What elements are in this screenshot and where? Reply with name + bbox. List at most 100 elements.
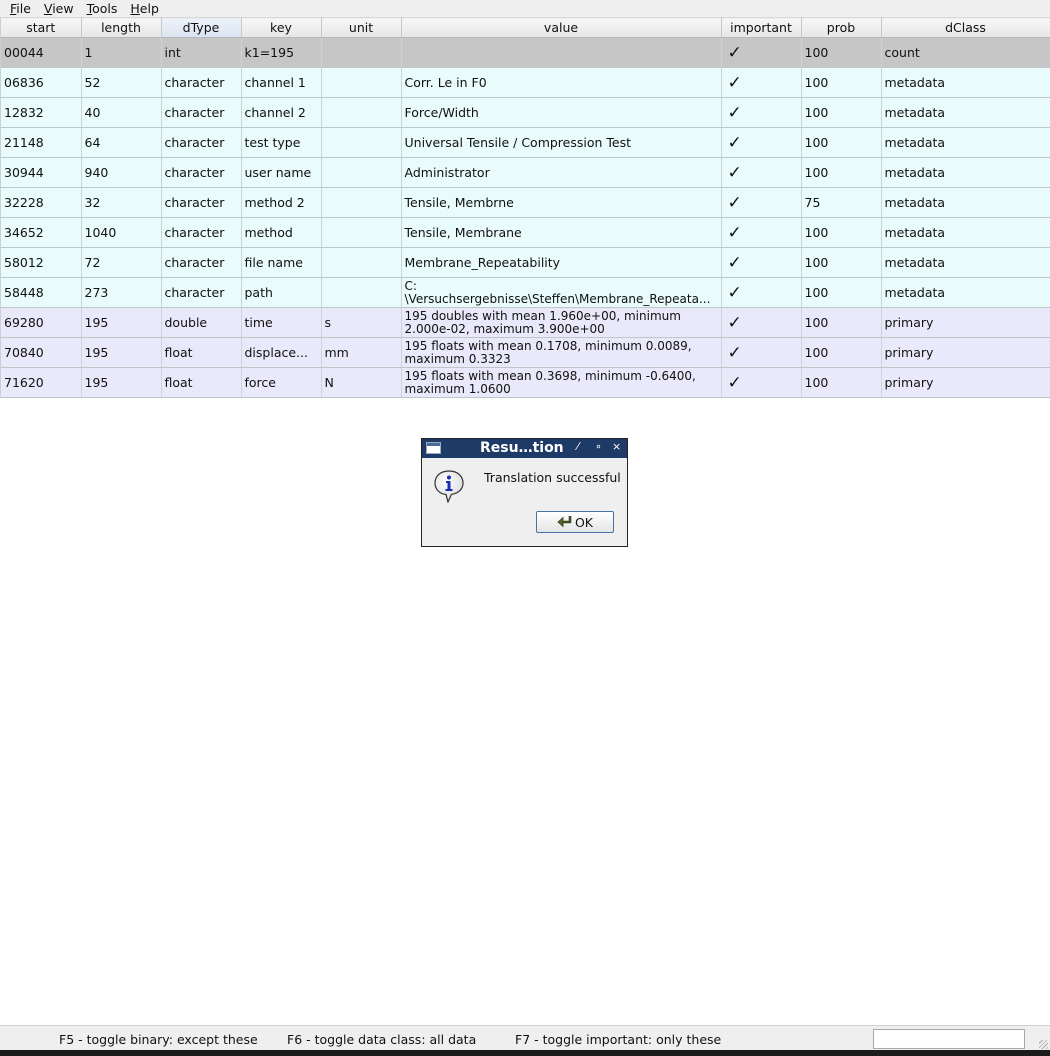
cell-dclass: count [881, 37, 1050, 68]
cell-key: user name [241, 157, 322, 188]
column-header-dtype[interactable]: dType [161, 17, 242, 38]
cell-value: Corr. Le in F0 [401, 67, 722, 98]
info-icon [433, 469, 465, 506]
status-search-input[interactable] [873, 1029, 1025, 1049]
cell-start: 00044 [1, 37, 82, 68]
cell-dclass: primary [881, 337, 1050, 368]
table-row[interactable]: 71620 195 float force N 195 floats with mean … [1, 367, 1050, 398]
checkmark-icon: ✓ [721, 247, 802, 278]
enter-arrow-icon [557, 515, 573, 529]
menu-bar: File View Tools Help [0, 0, 1050, 17]
table-row[interactable]: 70840 195 float displace... mm 195 floats wit… [1, 337, 1050, 368]
checkmark-icon: ✓ [721, 367, 802, 398]
cell-dtype: character [161, 277, 242, 308]
table-row[interactable]: 21148 64 character test type Universal Tensi… [1, 127, 1050, 158]
cell-start: 71620 [1, 367, 82, 398]
cell-unit: mm [321, 337, 402, 368]
cell-value: Force/Width [401, 97, 722, 128]
cell-dtype: int [161, 37, 242, 68]
menu-item-help[interactable]: Help [122, 1, 164, 16]
cell-length: 195 [81, 307, 162, 338]
table-row[interactable]: 06836 52 character channel 1 Corr. Le in F0 ✓… [1, 67, 1050, 98]
menu-item-tools[interactable]: Tools [79, 1, 123, 16]
cell-key: k1=195 [241, 37, 322, 68]
column-header-key[interactable]: key [241, 17, 322, 38]
menu-mnemonic: V [43, 1, 53, 16]
cell-length: 195 [81, 337, 162, 368]
checkmark-icon: ✓ [721, 277, 802, 308]
cell-dtype: float [161, 337, 242, 368]
maximize-icon[interactable]: ∘ [595, 440, 602, 453]
cell-prob: 100 [801, 277, 882, 308]
menu-mnemonic: H [130, 1, 140, 16]
ok-button[interactable]: OK [536, 511, 614, 533]
table-row[interactable]: 34652 1040 character method Tensile, Membran… [1, 217, 1050, 248]
cell-length: 1 [81, 37, 162, 68]
cell-dtype: float [161, 367, 242, 398]
dialog-message: Translation successful [484, 470, 621, 485]
status-f6-data-class: F6 - toggle data class: all data [287, 1032, 477, 1047]
cell-unit [321, 247, 402, 278]
column-header-prob[interactable]: prob [801, 17, 882, 38]
cell-value: Administrator [401, 157, 722, 188]
cell-length: 52 [81, 67, 162, 98]
cell-unit: s [321, 307, 402, 338]
table-row[interactable]: 69280 195 double time s 195 doubles with mean… [1, 307, 1050, 338]
cell-key: channel 2 [241, 97, 322, 128]
column-header-value[interactable]: value [401, 17, 722, 38]
resize-grip-icon[interactable] [1039, 1040, 1048, 1049]
cell-prob: 75 [801, 187, 882, 218]
cell-dclass: metadata [881, 277, 1050, 308]
column-header-unit[interactable]: unit [321, 17, 402, 38]
cell-start: 34652 [1, 217, 82, 248]
table-row[interactable]: 32228 32 character method 2 Tensile, Membrne… [1, 187, 1050, 218]
table-row[interactable]: 58448 273 character path C: \Versuchsergebni… [1, 277, 1050, 308]
cell-start: 58448 [1, 277, 82, 308]
shade-icon[interactable]: ⁄ [577, 440, 579, 453]
checkmark-icon: ✓ [721, 187, 802, 218]
cell-key: method [241, 217, 322, 248]
table-row[interactable]: 00044 1 int k1=195 ✓ 100 count [1, 37, 1050, 68]
cell-start: 32228 [1, 187, 82, 218]
close-icon[interactable]: × [612, 440, 621, 453]
cell-unit [321, 67, 402, 98]
menu-item-file[interactable]: File [0, 1, 36, 16]
cell-start: 21148 [1, 127, 82, 158]
column-header-dclass[interactable]: dClass [881, 17, 1050, 38]
cell-length: 72 [81, 247, 162, 278]
table-row[interactable]: 12832 40 character channel 2 Force/Width ✓ 100… [1, 97, 1050, 128]
menu-label-rest: iew [52, 1, 74, 16]
cell-prob: 100 [801, 367, 882, 398]
column-header-important[interactable]: important [721, 17, 802, 38]
table-row[interactable]: 58012 72 character file name Membrane_Repeat… [1, 247, 1050, 278]
cell-key: path [241, 277, 322, 308]
cell-dclass: metadata [881, 127, 1050, 158]
cell-start: 70840 [1, 337, 82, 368]
cell-length: 195 [81, 367, 162, 398]
cell-dclass: metadata [881, 217, 1050, 248]
dialog-titlebar[interactable]: Resu…tion ⁄ ∘ × [422, 439, 627, 458]
cell-unit [321, 157, 402, 188]
menu-label-rest: ools [92, 1, 118, 16]
cell-unit [321, 127, 402, 158]
cell-start: 06836 [1, 67, 82, 98]
cell-unit [321, 277, 402, 308]
cell-dclass: primary [881, 367, 1050, 398]
cell-prob: 100 [801, 97, 882, 128]
cell-value [401, 37, 722, 68]
column-header-start[interactable]: start [1, 17, 82, 38]
cell-unit [321, 97, 402, 128]
cell-key: time [241, 307, 322, 338]
cell-start: 58012 [1, 247, 82, 278]
cell-dclass: primary [881, 307, 1050, 338]
status-bar: F5 - toggle binary: except these F6 - to… [0, 1025, 1050, 1051]
menu-label-rest: elp [139, 1, 159, 16]
window-icon[interactable] [426, 442, 441, 454]
cell-value: Membrane_Repeatability [401, 247, 722, 278]
column-header-length[interactable]: length [81, 17, 162, 38]
cell-start: 69280 [1, 307, 82, 338]
menu-item-view[interactable]: View [36, 1, 79, 16]
cell-value: Tensile, Membrne [401, 187, 722, 218]
table-row[interactable]: 30944 940 character user name Administrator ✓… [1, 157, 1050, 188]
cell-dclass: metadata [881, 97, 1050, 128]
